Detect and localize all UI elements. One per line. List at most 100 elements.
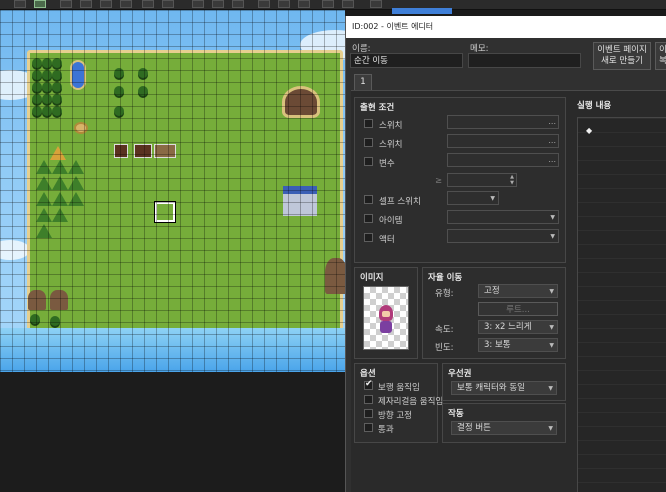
conditions-title: 출현 조건	[360, 103, 395, 113]
actor-label: 액터	[379, 235, 395, 245]
toolbar-progress	[392, 8, 452, 14]
greater-equal-sign: ≥	[435, 176, 443, 186]
switch2-field[interactable]: ...	[447, 134, 559, 148]
event-character-tile[interactable]	[114, 144, 128, 158]
through-checkbox[interactable]	[364, 423, 373, 432]
walking-animation-checkbox[interactable]	[364, 379, 373, 390]
castle	[283, 186, 317, 216]
rock	[28, 290, 46, 310]
tree	[42, 82, 52, 92]
event-tile-selected[interactable]	[134, 144, 152, 158]
route-button[interactable]: 루트...	[478, 302, 558, 316]
chevron-down-icon: ▼	[548, 385, 553, 392]
zoom-icon[interactable]	[212, 0, 224, 8]
item-select[interactable]: ▼	[447, 210, 559, 224]
tree	[52, 58, 62, 68]
tree	[114, 68, 124, 78]
chevron-down-icon: ▼	[549, 288, 554, 295]
actor-select[interactable]: ▼	[447, 229, 559, 243]
autonomous-movement-title: 자율 이동	[428, 273, 463, 283]
character-icon[interactable]	[342, 0, 354, 8]
stepping-animation-checkbox[interactable]	[364, 395, 373, 404]
direction-fix-checkbox[interactable]	[364, 409, 373, 418]
map-empty-area	[0, 372, 345, 492]
trigger-group: 작동 결정 버튼 ▼	[442, 403, 566, 443]
switch1-checkbox[interactable]	[364, 119, 373, 128]
tent-icon	[50, 146, 66, 160]
movement-type-select[interactable]: 고정 ▼	[478, 284, 558, 298]
toolbar-button[interactable]	[100, 0, 112, 8]
tree	[52, 82, 62, 92]
stepping-animation-label: 제자리걸음 움직임	[378, 397, 444, 407]
self-switch-label: 셀프 스위치	[379, 197, 421, 207]
ring-icon	[74, 122, 88, 134]
zoom-icon[interactable]	[232, 0, 244, 8]
through-label: 통과	[378, 425, 394, 435]
mountain	[52, 176, 68, 190]
database-icon[interactable]	[258, 0, 270, 8]
variable-field[interactable]: ...	[447, 153, 559, 167]
mountain	[52, 192, 68, 206]
tree	[32, 82, 42, 92]
editor-toolbar	[0, 0, 666, 14]
trigger-title: 작동	[448, 409, 464, 419]
plugin-icon[interactable]	[278, 0, 290, 8]
toolbar-button[interactable]	[120, 0, 132, 8]
spin-arrows-icon[interactable]: ▲ ▼	[510, 174, 514, 186]
actor-checkbox[interactable]	[364, 233, 373, 242]
character-body	[380, 321, 392, 333]
item-checkbox[interactable]	[364, 214, 373, 223]
event-town-tile[interactable]	[154, 144, 176, 158]
variable-checkbox[interactable]	[364, 157, 373, 166]
chevron-down-icon: ▼	[549, 342, 554, 349]
frequency-select[interactable]: 3: 보통 ▼	[478, 338, 558, 352]
copy-event-page-button[interactable]: 이 복	[655, 42, 666, 70]
toolbar-button[interactable]	[60, 0, 72, 8]
speed-select[interactable]: 3: x2 느리게 ▼	[478, 320, 558, 334]
new-event-page-button[interactable]: 이벤트 페이지 새로 만들기	[593, 42, 651, 70]
event-image-preview[interactable]	[363, 286, 409, 350]
command-insert-marker-icon[interactable]: ◆	[586, 126, 592, 135]
tree	[138, 68, 148, 78]
self-switch-checkbox[interactable]	[364, 195, 373, 204]
options-title: 옵션	[360, 369, 376, 379]
priority-group: 우선권 보통 캐릭터와 동일 ▼	[442, 363, 566, 401]
priority-select[interactable]: 보통 캐릭터와 동일 ▼	[451, 381, 557, 395]
toolbar-button[interactable]	[162, 0, 174, 8]
tree	[114, 86, 124, 96]
name-input[interactable]: 순간 이동	[350, 53, 463, 68]
dialog-title: ID:002 - 이벤트 에디터	[346, 16, 666, 38]
toolbar-button[interactable]	[14, 0, 26, 8]
volcano	[282, 86, 320, 118]
switch2-label: 스위치	[379, 140, 403, 150]
map-view[interactable]	[0, 10, 345, 372]
mountain	[36, 192, 52, 206]
toolbar-button[interactable]	[80, 0, 92, 8]
walking-animation-label: 보행 움직임	[378, 383, 420, 393]
switch2-checkbox[interactable]	[364, 138, 373, 147]
tab-page-1[interactable]: 1	[354, 74, 372, 90]
map-cursor[interactable]	[154, 201, 176, 223]
switch1-label: 스위치	[379, 121, 403, 131]
direction-fix-label: 방향 고정	[378, 411, 412, 421]
tree	[32, 106, 42, 116]
rock	[325, 258, 345, 294]
conditions-group: 출현 조건 스위치 ... 스위치 ... 변수 ... ≥ ▲ ▼ 셀프 스위치…	[354, 97, 566, 263]
event-commands-list[interactable]: ◆	[577, 117, 666, 492]
playtest-button[interactable]	[370, 0, 382, 8]
sea	[0, 328, 345, 372]
image-group: 이미지	[354, 267, 418, 359]
self-switch-select[interactable]: ▼	[447, 191, 499, 205]
variable-value-stepper[interactable]: ▲ ▼	[447, 173, 517, 187]
switch1-field[interactable]: ...	[447, 115, 559, 129]
playtest-icon[interactable]	[322, 0, 334, 8]
mountain	[36, 176, 52, 190]
toolbar-button-active[interactable]	[34, 0, 46, 8]
zoom-icon[interactable]	[192, 0, 204, 8]
chevron-down-icon: ▼	[550, 233, 555, 240]
toolbar-button[interactable]	[142, 0, 154, 8]
tree	[138, 86, 148, 96]
trigger-select[interactable]: 결정 버튼 ▼	[451, 421, 557, 435]
sound-icon[interactable]	[298, 0, 310, 8]
memo-input[interactable]	[468, 53, 581, 68]
